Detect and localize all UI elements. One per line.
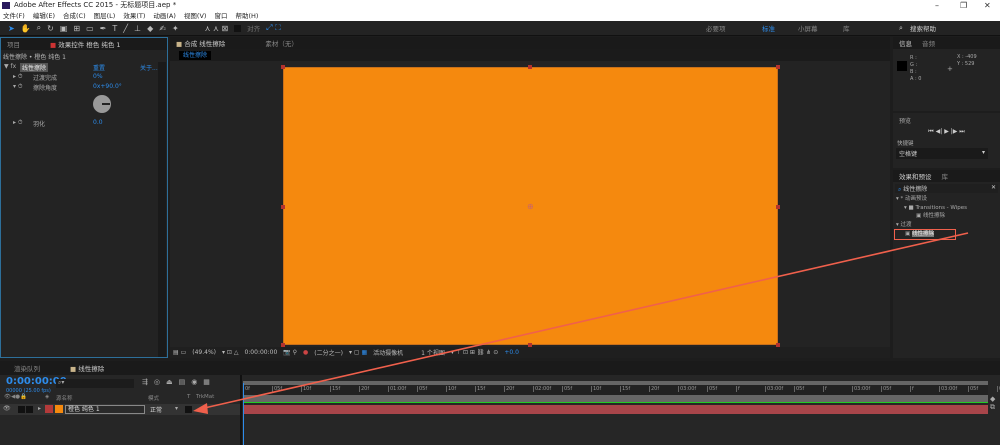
annotation-arrow xyxy=(193,232,969,414)
